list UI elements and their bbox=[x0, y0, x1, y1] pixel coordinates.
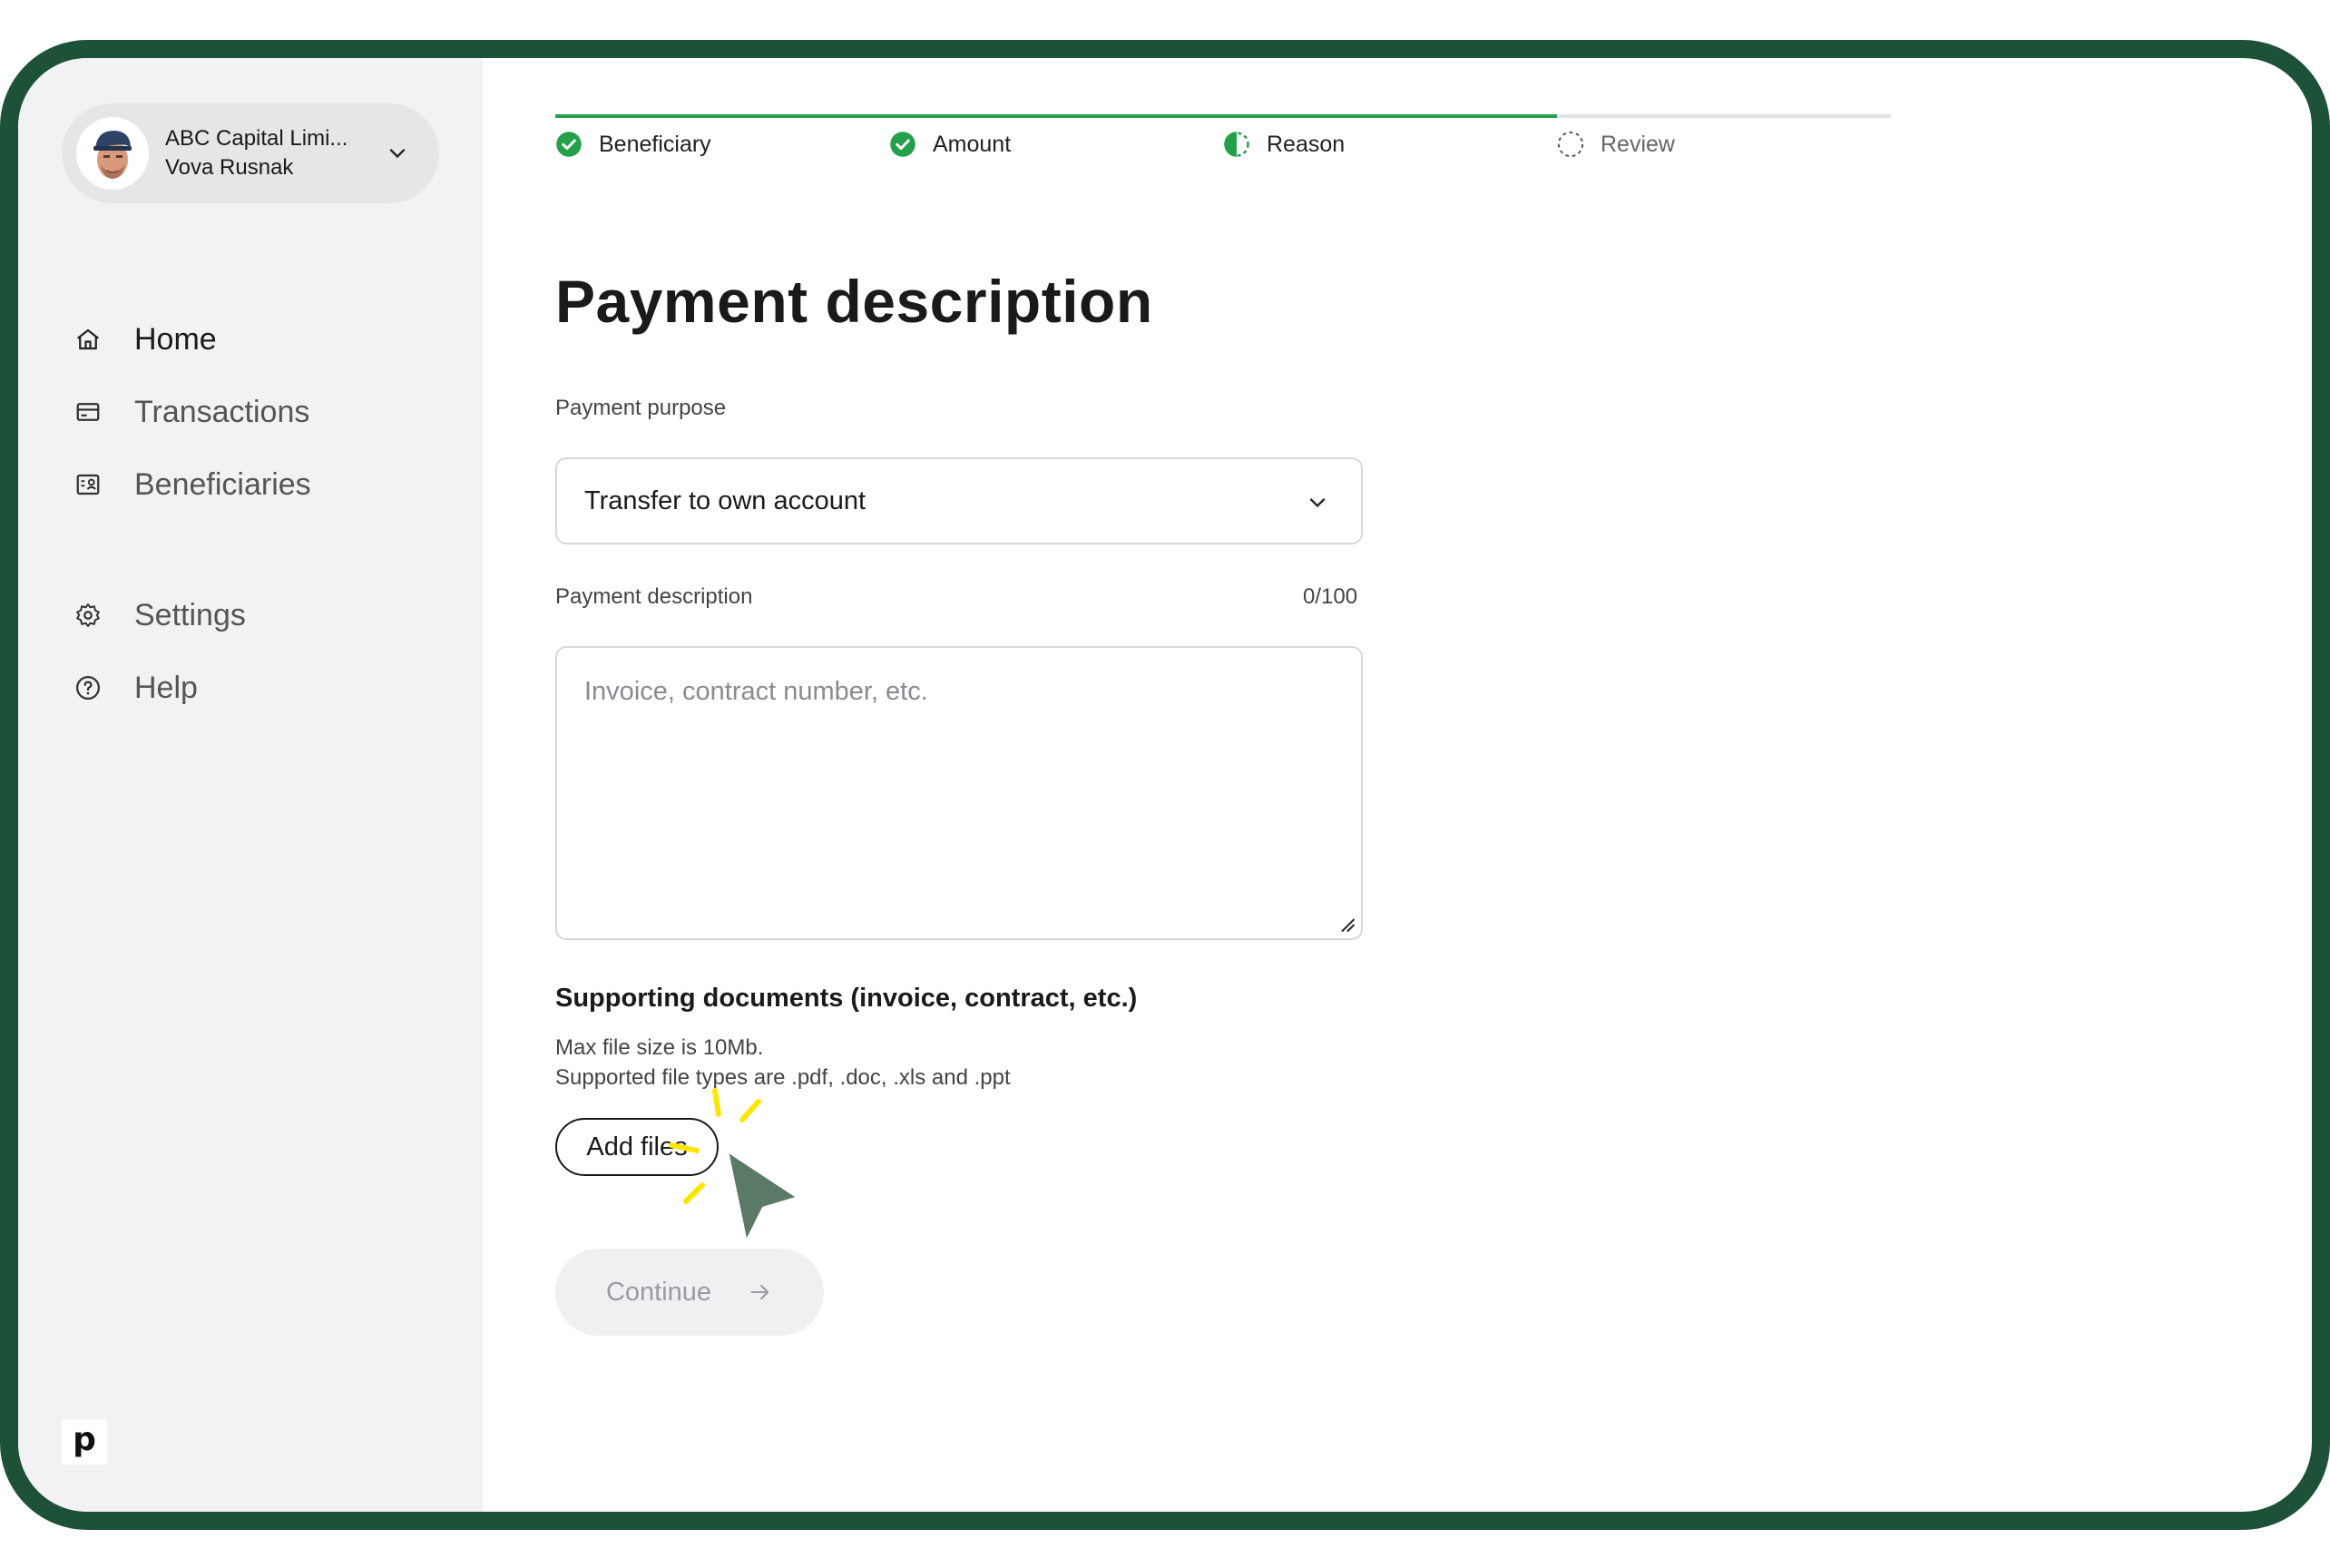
sidebar-item-transactions[interactable]: Transactions bbox=[74, 376, 455, 448]
step-label: Amount bbox=[933, 131, 1012, 157]
step-label: Review bbox=[1601, 131, 1675, 157]
check-circle-icon bbox=[556, 132, 582, 157]
payment-purpose-select[interactable]: Transfer to own account bbox=[555, 457, 1363, 544]
gear-icon bbox=[74, 600, 105, 631]
sidebar-item-home[interactable]: Home bbox=[74, 303, 455, 376]
card-icon bbox=[74, 397, 105, 427]
account-switcher[interactable]: ABC Capital Limi... Vova Rusnak bbox=[62, 103, 439, 203]
main-content: Beneficiary Amount Reason Review Payment… bbox=[483, 58, 2312, 1512]
step-label: Reason bbox=[1267, 131, 1346, 157]
account-text: ABC Capital Limi... Vova Rusnak bbox=[165, 124, 372, 182]
sidebar-item-beneficiaries[interactable]: Beneficiaries bbox=[74, 448, 455, 521]
brand-logo: p bbox=[62, 1419, 107, 1465]
step-reason[interactable]: Reason bbox=[1223, 131, 1557, 158]
sidebar-item-label: Beneficiaries bbox=[134, 466, 311, 502]
chevron-down-icon bbox=[1309, 498, 1326, 508]
check-circle-icon bbox=[890, 132, 915, 157]
resize-handle-icon[interactable] bbox=[1339, 916, 1356, 933]
page-title: Payment description bbox=[555, 268, 1153, 335]
stepper-progress-fill bbox=[555, 114, 1557, 118]
sidebar-item-label: Help bbox=[134, 670, 198, 705]
dashed-circle-icon bbox=[1557, 131, 1584, 158]
chevron-down-icon bbox=[389, 149, 406, 159]
company-name: ABC Capital Limi... bbox=[165, 126, 348, 151]
step-amount[interactable]: Amount bbox=[889, 131, 1223, 158]
payment-description-input[interactable]: Invoice, contract number, etc. bbox=[555, 646, 1363, 940]
sidebar: ABC Capital Limi... Vova Rusnak Home Tra… bbox=[18, 58, 483, 1512]
step-beneficiary[interactable]: Beneficiary bbox=[555, 131, 889, 158]
sidebar-item-label: Home bbox=[134, 321, 217, 357]
input-placeholder: Invoice, contract number, etc. bbox=[584, 677, 928, 706]
sidebar-item-label: Settings bbox=[134, 597, 246, 632]
sidebar-nav: Home Transactions Beneficiaries Settings bbox=[74, 303, 455, 724]
home-icon bbox=[74, 324, 105, 355]
sidebar-item-settings[interactable]: Settings bbox=[74, 579, 455, 652]
half-circle-progress-icon bbox=[1224, 132, 1249, 157]
continue-label: Continue bbox=[605, 1277, 712, 1307]
payment-purpose-label: Payment purpose bbox=[555, 396, 727, 420]
step-review[interactable]: Review bbox=[1557, 131, 1891, 158]
arrow-right-icon bbox=[750, 1284, 769, 1300]
user-name: Vova Rusnak bbox=[165, 155, 294, 180]
app-frame: ABC Capital Limi... Vova Rusnak Home Tra… bbox=[0, 40, 2330, 1530]
contact-card-icon bbox=[74, 469, 105, 500]
supporting-documents-title: Supporting documents (invoice, contract,… bbox=[555, 984, 1138, 1013]
sidebar-item-label: Transactions bbox=[134, 394, 310, 429]
character-counter: 0/100 bbox=[1303, 584, 1358, 609]
help-circle-icon bbox=[74, 672, 105, 703]
selected-value: Transfer to own account bbox=[584, 485, 866, 515]
pointer-cursor-icon bbox=[669, 1088, 803, 1248]
payment-description-label: Payment description bbox=[555, 584, 753, 609]
step-label: Beneficiary bbox=[599, 131, 711, 157]
sidebar-item-help[interactable]: Help bbox=[74, 652, 455, 724]
avatar bbox=[76, 117, 149, 190]
max-size-note: Max file size is 10Mb. bbox=[555, 1035, 764, 1060]
